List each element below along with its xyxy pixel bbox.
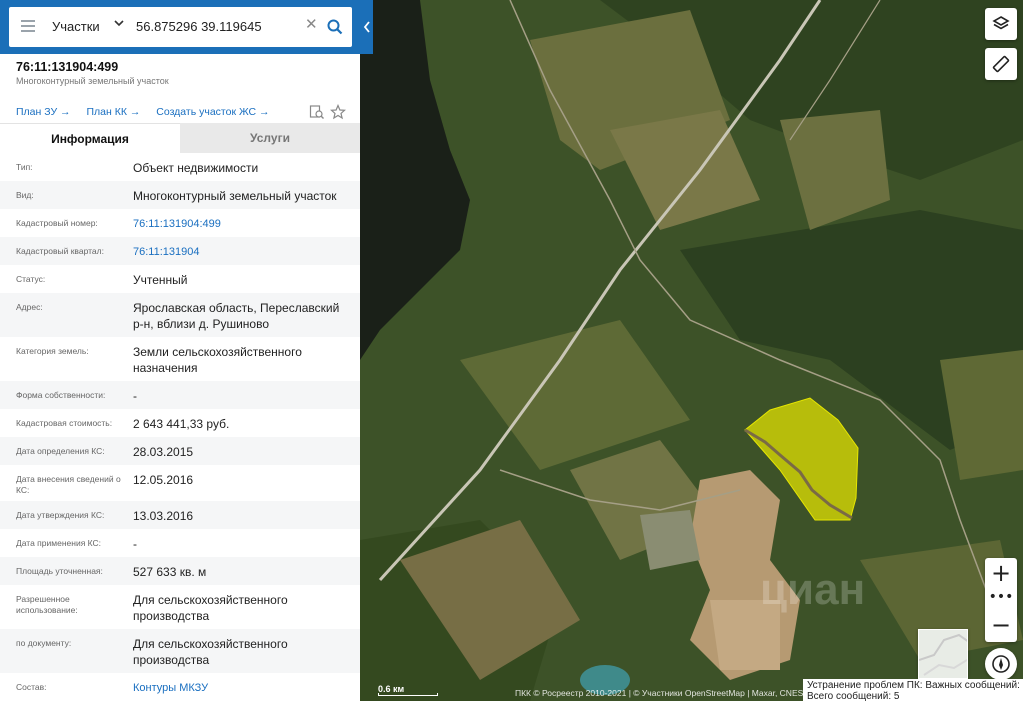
info-row-value: 2 643 441,33 руб. [133,417,230,431]
info-row-label: Вид: [16,190,34,200]
problems-line2: Всего сообщений: 5 [807,691,900,701]
category-select[interactable]: Участки [52,19,100,34]
search-input[interactable]: 56.875296 39.119645 [136,19,262,34]
layers-icon [992,16,1010,30]
info-row-label: Адрес: [16,302,43,312]
close-icon[interactable]: ✕ [305,17,318,33]
tab-services[interactable]: Услуги [180,123,360,153]
info-row-value: Многоконтурный земельный участок [133,189,337,203]
info-row: Дата утверждения КС: 13.03.2016 [0,501,360,529]
info-row-label: Дата утверждения КС: [16,510,105,520]
info-row-link[interactable]: Контуры МКЗУ [133,680,348,696]
satellite-map[interactable]: циан [360,0,1023,701]
info-row-value: Учтенный [133,273,188,287]
search-icon [327,19,343,35]
action-links: План ЗУ → План КК → Создать участок ЖС → [16,106,283,118]
ruler-button[interactable] [985,48,1017,80]
ruler-icon [992,55,1010,73]
info-row-value: Для сельскохозяйственного производства [133,637,288,667]
create-parcel-link[interactable]: Создать участок ЖС → [156,106,269,118]
info-row-link[interactable]: 76:11:131904 [133,244,348,260]
parcel-subtitle: Многоконтурный земельный участок [16,76,169,86]
menu-icon[interactable] [21,20,35,32]
info-row-label: Форма собственности: [16,390,106,400]
info-row-value: Для сельскохозяйственного производства [133,593,288,623]
info-row-label: Состав: [16,682,47,692]
problems-line1: Устранение проблем ПК: Важных сообщений:… [807,680,1023,691]
star-icon[interactable] [330,104,346,120]
scale-bar [378,693,438,696]
info-row-value: Ярославская область, Переславский р-н, в… [133,301,340,331]
chevron-down-icon[interactable] [113,17,125,29]
info-row: Состав: Контуры МКЗУ [0,673,360,701]
compass-icon [992,655,1010,673]
satellite-imagery [360,0,1023,701]
info-row: Вид: Многоконтурный земельный участок [0,181,360,209]
info-row: Статус: Учтенный [0,265,360,293]
info-row: Разрешенное использование: Для сельскохоз… [0,585,360,629]
info-row: Кадастровый номер: 76:11:131904:499 [0,209,360,237]
info-row-value: - [133,389,137,403]
info-row-label: Кадастровая стоимость: [16,418,113,428]
info-row: Кадастровая стоимость: 2 643 441,33 руб. [0,409,360,437]
info-row: Категория земель: Земли сельскохозяйствен… [0,337,360,381]
zoom-controls: + ••• − [985,558,1017,642]
info-row-value: 28.03.2015 [133,445,194,459]
info-row-value: Земли сельскохозяйственного назначения [133,345,302,375]
info-row-label: Статус: [16,274,46,284]
info-row-label: Площадь уточненная: [16,566,103,576]
info-row-label: Кадастровый квартал: [16,246,104,256]
info-row: Площадь уточненная: 527 633 кв. м [0,557,360,585]
sidebar: Участки 56.875296 39.119645 ✕ 76:11:1319… [0,0,360,701]
info-row-label: по документу: [16,638,72,648]
info-row-label: Дата внесения сведений о КС: [16,474,121,495]
info-row-label: Дата определения КС: [16,446,105,456]
compass-button[interactable] [985,648,1017,680]
layers-button[interactable] [985,8,1017,40]
zoom-out-icon[interactable]: − [985,610,1017,640]
map-attribution: ПКК © Росреестр 2010-2021 | © Участники … [515,688,804,698]
collapse-arrow-icon [363,21,370,33]
info-row-label: Разрешенное использование: [16,594,78,615]
info-row: Дата определения КС: 28.03.2015 [0,437,360,465]
plan-zu-link[interactable]: План ЗУ → [16,106,71,118]
info-row-label: Кадастровый номер: [16,218,98,228]
info-row-value: 13.03.2016 [133,509,194,523]
minimap-map [919,633,967,676]
edit-search-icon[interactable] [309,104,325,120]
search-button[interactable] [321,13,349,41]
plan-kk-link[interactable]: План КК → [86,106,140,118]
problems-panel[interactable]: Устранение проблем ПК: Важных сообщений:… [803,679,1023,701]
search-box: Участки 56.875296 39.119645 ✕ [9,7,352,47]
info-row: Форма собственности: - [0,381,360,409]
info-row-label: Категория земель: [16,346,89,356]
info-row-value: Объект недвижимости [133,161,259,175]
watermark: циан [760,565,866,614]
info-row-value: - [133,537,137,551]
minimap[interactable] [918,629,968,679]
info-row-label: Дата применения КС: [16,538,102,548]
tab-info[interactable]: Информация [0,123,180,153]
info-row: по документу: Для сельскохозяйственного п… [0,629,360,673]
info-row-label: Тип: [16,162,33,172]
info-row: Дата внесения сведений о КС: 12.05.2016 [0,465,360,501]
info-row: Адрес: Ярославская область, Переславский … [0,293,360,337]
info-row: Тип: Объект недвижимости [0,153,360,181]
info-row-value: 527 633 кв. м [133,565,207,579]
search-bar: Участки 56.875296 39.119645 ✕ [0,0,360,54]
collapse-sidebar-button[interactable] [360,0,373,54]
tabs: Информация Услуги [0,123,360,153]
info-row-value: 12.05.2016 [133,473,194,487]
info-row-link[interactable]: 76:11:131904:499 [133,216,348,232]
more-icon[interactable]: ••• [985,584,1017,610]
info-row: Кадастровый квартал: 76:11:131904 [0,237,360,265]
parcel-title: 76:11:131904:499 [16,60,119,74]
info-row: Дата применения КС: - [0,529,360,557]
